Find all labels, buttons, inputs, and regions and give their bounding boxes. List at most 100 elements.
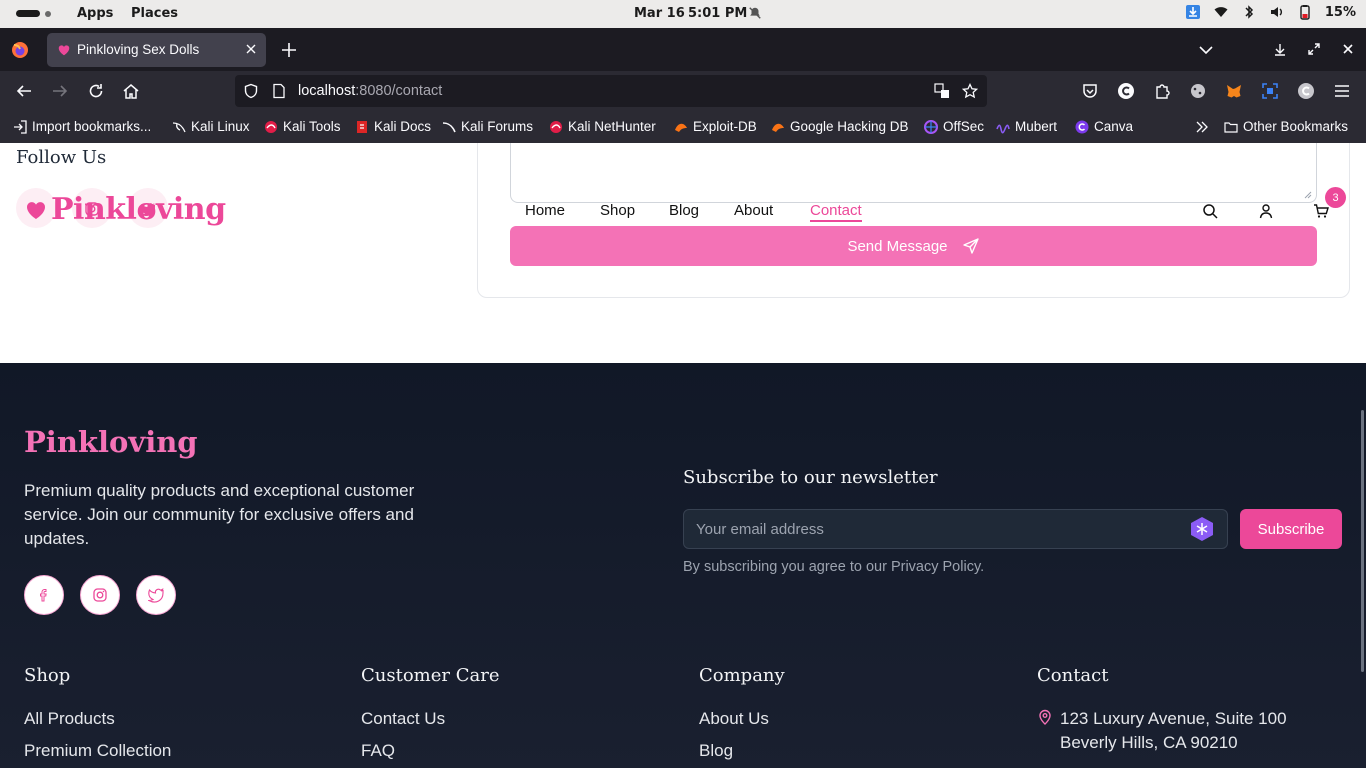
- nav-about[interactable]: About: [734, 202, 773, 219]
- footer-facebook-button[interactable]: [24, 575, 64, 615]
- footer-link-about-us[interactable]: About Us: [699, 709, 769, 729]
- ghdb-icon: [772, 123, 784, 132]
- bookmark-label: Canva: [1094, 119, 1134, 134]
- folder-icon: [1224, 121, 1238, 133]
- search-icon[interactable]: [1202, 203, 1218, 219]
- profile-icon[interactable]: [1297, 82, 1315, 100]
- chevron-down-icon[interactable]: [1198, 43, 1214, 57]
- hamburger-menu-icon[interactable]: [1333, 82, 1351, 100]
- battery-percent: 15%: [1324, 4, 1356, 20]
- forward-icon[interactable]: [51, 82, 69, 100]
- places-menu[interactable]: Places: [131, 6, 178, 21]
- workspace-indicator[interactable]: [16, 10, 40, 17]
- footer-link-blog[interactable]: Blog: [699, 741, 733, 761]
- bookmark-import[interactable]: Import bookmarks...: [13, 119, 151, 134]
- clock-date[interactable]: Mar 16: [634, 6, 685, 21]
- wifi-icon[interactable]: [1213, 4, 1229, 20]
- volume-icon[interactable]: [1269, 4, 1285, 20]
- footer-link-all-products[interactable]: All Products: [24, 709, 115, 729]
- send-message-label: Send Message: [847, 237, 948, 255]
- user-icon[interactable]: [1258, 203, 1274, 219]
- import-icon: [14, 119, 27, 134]
- bookmark-mubert[interactable]: Mubert: [996, 119, 1057, 134]
- newsletter-email-field[interactable]: [683, 509, 1228, 549]
- subscribe-button[interactable]: Subscribe: [1240, 509, 1342, 549]
- restore-icon[interactable]: [1307, 42, 1321, 56]
- footer-link-faq[interactable]: FAQ: [361, 741, 395, 761]
- bookmark-kali-nethunter[interactable]: Kali NetHunter: [549, 119, 656, 134]
- map-pin-icon: [1039, 709, 1051, 725]
- puzzle-extensions-icon[interactable]: [1153, 82, 1171, 100]
- download-icon[interactable]: [1185, 4, 1201, 20]
- bookmark-canva[interactable]: Canva: [1075, 119, 1133, 134]
- cart-icon[interactable]: [1313, 203, 1329, 219]
- url-text[interactable]: localhost:8080/contact: [298, 83, 442, 99]
- bookmark-kali-docs[interactable]: Kali Docs: [355, 119, 431, 134]
- bookmark-label: Kali Tools: [283, 119, 341, 134]
- heart-logo-icon: [26, 201, 46, 219]
- close-tab-icon[interactable]: [244, 42, 258, 56]
- page-scrollbar[interactable]: [1361, 410, 1364, 672]
- url-path: :8080/contact: [355, 83, 443, 99]
- browser-nav-bar: localhost:8080/contact: [0, 71, 1366, 111]
- bookmark-other[interactable]: Other Bookmarks: [1224, 119, 1348, 134]
- send-message-button[interactable]: Send Message: [510, 226, 1317, 266]
- message-textarea[interactable]: [510, 143, 1317, 203]
- page-info-icon[interactable]: [271, 83, 287, 99]
- bookmark-kali-linux[interactable]: Kali Linux: [172, 119, 250, 134]
- email-input[interactable]: [684, 510, 1174, 548]
- cookie-extension-icon[interactable]: [1189, 82, 1207, 100]
- footer-address-line-1: 123 Luxury Avenue, Suite 100: [1060, 709, 1287, 728]
- footer-twitter-button[interactable]: [136, 575, 176, 615]
- footer-instagram-button[interactable]: [80, 575, 120, 615]
- footer-col-shop-title: Shop: [24, 665, 71, 686]
- chevron-double-right-icon[interactable]: [1195, 120, 1209, 134]
- mubert-icon: [996, 123, 1010, 134]
- heart-favicon-icon: [58, 45, 70, 56]
- footer-brand[interactable]: Pinkloving: [24, 425, 198, 459]
- firefox-icon[interactable]: [11, 41, 29, 59]
- web-page: Follow Us Pinkloving Home Shop Blog Abou…: [0, 143, 1366, 768]
- home-icon[interactable]: [122, 82, 140, 100]
- bookmark-star-icon[interactable]: [962, 83, 978, 99]
- resize-grip-icon[interactable]: [1302, 189, 1312, 199]
- bookmark-kali-tools[interactable]: Kali Tools: [264, 119, 341, 134]
- bookmark-label: Google Hacking DB: [790, 119, 909, 134]
- shield-icon[interactable]: [243, 83, 259, 99]
- bluetooth-icon[interactable]: [1241, 4, 1257, 20]
- battery-icon[interactable]: [1297, 4, 1313, 20]
- bookmark-offsec[interactable]: OffSec: [924, 119, 984, 134]
- apps-menu[interactable]: Apps: [77, 6, 113, 21]
- brand-logo[interactable]: Pinkloving: [25, 192, 226, 227]
- new-tab-icon[interactable]: [280, 41, 298, 59]
- bookmark-exploit-db[interactable]: Exploit-DB: [674, 119, 757, 134]
- brand-name: Pinkloving: [51, 192, 226, 227]
- minimize-icon[interactable]: [1273, 42, 1287, 56]
- bookmark-ghdb[interactable]: Google Hacking DB: [771, 119, 909, 134]
- close-window-icon[interactable]: [1341, 42, 1355, 56]
- bookmark-kali-forums[interactable]: Kali Forums: [442, 119, 533, 134]
- footer-link-contact-us[interactable]: Contact Us: [361, 709, 445, 729]
- send-icon: [962, 238, 979, 254]
- offsec-icon: [924, 119, 938, 134]
- clock-time[interactable]: 5:01 PM: [688, 6, 747, 21]
- password-manager-icon[interactable]: [1189, 516, 1215, 542]
- canva-icon: [1075, 120, 1089, 133]
- url-bar[interactable]: localhost:8080/contact: [235, 75, 987, 107]
- c-extension-icon[interactable]: [1117, 82, 1135, 100]
- footer-link-premium-collection[interactable]: Premium Collection: [24, 741, 171, 761]
- browser-tab[interactable]: Pinkloving Sex Dolls: [47, 33, 266, 67]
- screenshot-extension-icon[interactable]: [1261, 82, 1279, 100]
- nav-blog[interactable]: Blog: [669, 202, 699, 219]
- nav-shop[interactable]: Shop: [600, 202, 635, 219]
- workspace-dot[interactable]: [45, 11, 51, 17]
- reload-icon[interactable]: [87, 82, 105, 100]
- nav-home[interactable]: Home: [525, 202, 565, 219]
- metamask-icon[interactable]: [1225, 82, 1243, 100]
- bookmark-label: Kali Linux: [191, 119, 250, 134]
- translate-icon[interactable]: [934, 83, 950, 99]
- nav-contact[interactable]: Contact: [810, 202, 862, 222]
- back-icon[interactable]: [15, 82, 33, 100]
- pocket-icon[interactable]: [1081, 82, 1099, 100]
- bookmark-label: OffSec: [943, 119, 985, 134]
